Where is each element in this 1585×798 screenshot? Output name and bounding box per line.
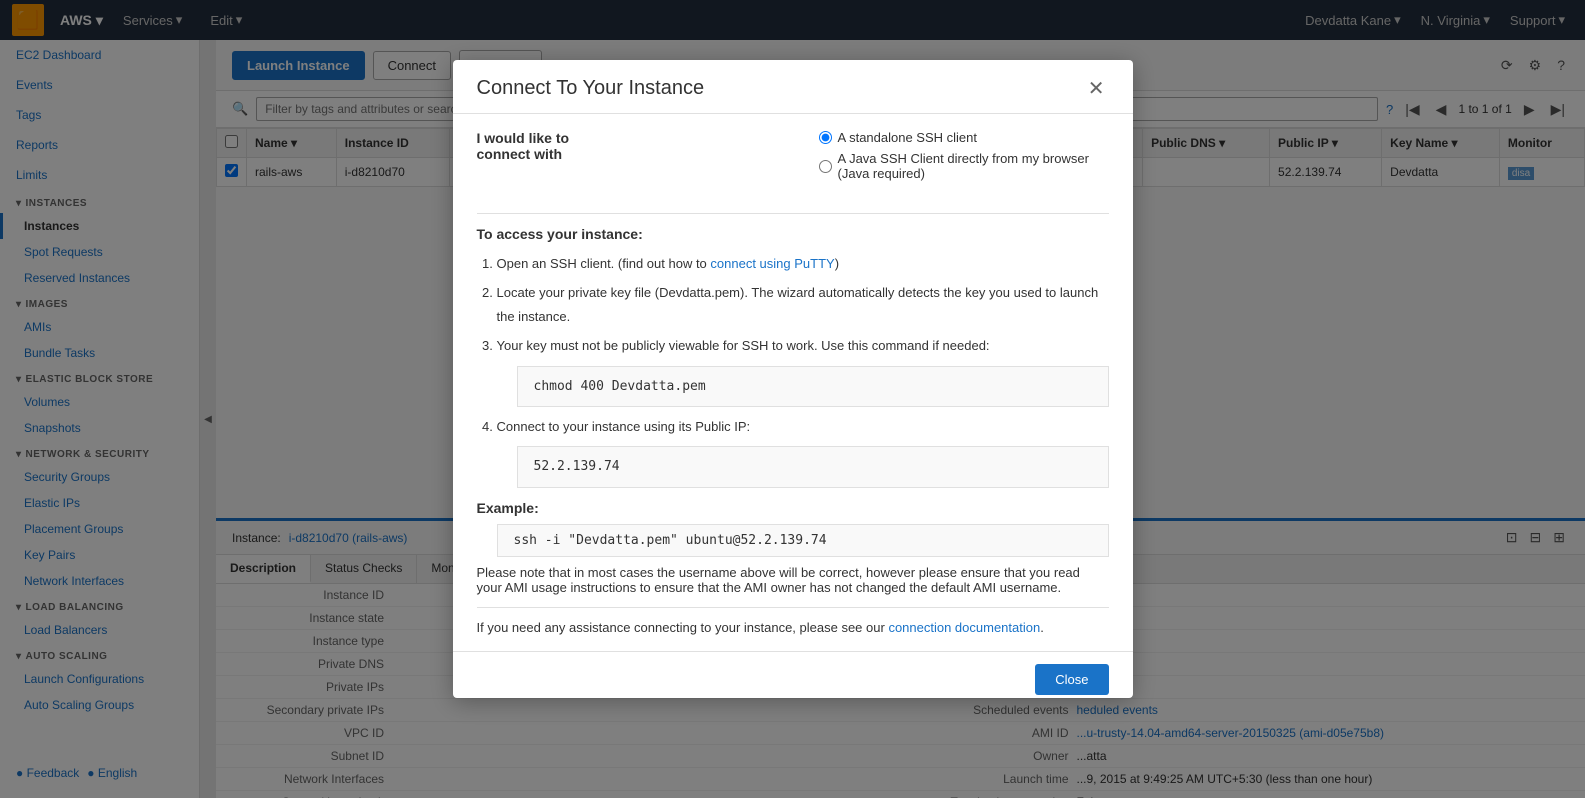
assistance-text: If you need any assistance connecting to… <box>477 620 1109 635</box>
modal-divider-1 <box>477 213 1109 214</box>
access-title: To access your instance: <box>477 226 1109 242</box>
connect-prompt-label: I would like to connect with <box>477 130 623 162</box>
modal-footer: Close <box>453 651 1133 699</box>
connection-docs-link[interactable]: connection documentation <box>888 620 1040 635</box>
modal-body: I would like to connect with A standalon… <box>453 114 1133 651</box>
example-command: ssh -i "Devdatta.pem" ubuntu@52.2.139.74 <box>497 524 1109 557</box>
radio-java-ssh[interactable] <box>819 160 832 173</box>
modal-close-button[interactable]: ✕ <box>1084 76 1109 101</box>
note-text: Please note that in most cases the usern… <box>477 565 1109 595</box>
close-modal-button[interactable]: Close <box>1035 664 1108 695</box>
step-1: Open an SSH client. (find out how to con… <box>497 252 1109 275</box>
radio-option-2[interactable]: A Java SSH Client directly from my brows… <box>819 151 1109 181</box>
connect-intro-row: I would like to connect with A standalon… <box>477 130 1109 197</box>
modal-overlay: Connect To Your Instance ✕ I would like … <box>0 0 1585 798</box>
radio-group: A standalone SSH client A Java SSH Clien… <box>819 130 1109 181</box>
modal-title: Connect To Your Instance <box>477 77 705 100</box>
chmod-command: chmod 400 Devdatta.pem <box>517 366 1109 407</box>
putty-link[interactable]: connect using PuTTY <box>710 256 834 271</box>
modal-divider-2 <box>477 607 1109 608</box>
example-label: Example: <box>477 500 1109 516</box>
step-4: Connect to your instance using its Publi… <box>497 415 1109 488</box>
modal-header: Connect To Your Instance ✕ <box>453 60 1133 114</box>
connect-modal: Connect To Your Instance ✕ I would like … <box>453 60 1133 698</box>
radio-option-1[interactable]: A standalone SSH client <box>819 130 1109 145</box>
modal-steps: Open an SSH client. (find out how to con… <box>477 252 1109 488</box>
radio-standalone-ssh[interactable] <box>819 131 832 144</box>
public-ip-code: 52.2.139.74 <box>517 446 1109 487</box>
step-2: Locate your private key file (Devdatta.p… <box>497 281 1109 328</box>
step-3: Your key must not be publicly viewable f… <box>497 334 1109 407</box>
